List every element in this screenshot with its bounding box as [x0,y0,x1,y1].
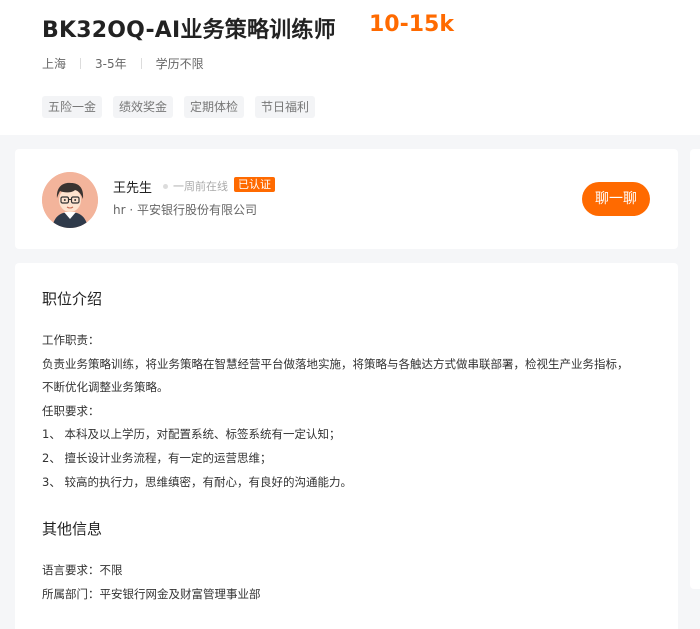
online-dot-icon [163,183,168,189]
online-status-text: 一周前在线 [173,180,228,193]
chat-button[interactable]: 聊一聊 [582,182,650,216]
job-title: BK32OQ-AI业务策略训练师 [42,18,336,43]
meta-divider [80,57,82,69]
job-experience: 3-5年 [95,56,127,71]
description-line: 工作职责： [42,333,100,347]
job-meta: 上海 3-5年 学历不限 [42,55,204,71]
job-salary: 10-15k [369,12,454,37]
benefit-tag: 五险一金 [42,96,103,118]
description-line: 2、 擅长设计业务流程，有一定的运营思维； [42,450,272,465]
section-title-description: 职位介绍 [42,290,103,308]
avatar-illustration-icon [42,172,98,228]
description-line: 3、 较高的执行力，思维缜密，有耐心，有良好的沟通能力。 [42,474,352,489]
meta-divider [140,57,142,69]
description-line: 任职要求： [42,403,100,418]
benefit-tag: 节日福利 [255,96,316,118]
benefit-tags: 五险一金 绩效奖金 定期体检 节日福利 [42,96,316,118]
side-panel [690,149,700,589]
description-line: 负责业务策略训练，将业务策略在智慧经营平台做落地实施，将策略与各触达方式做串联部… [42,356,629,371]
other-info-line: 语言要求：不限 [42,563,123,577]
hr-company: hr · 平安银行股份有限公司 [113,203,257,217]
description-line: 不断优化调整业务策略。 [42,380,169,395]
description-body: 工作职责： 负责业务策略训练，将业务策略在智慧经营平台做落地实施，将策略与各触达… [42,329,629,494]
other-info-line: 所属部门：平安银行网金及财富管理事业部 [42,586,261,601]
job-location: 上海 [42,56,67,71]
job-education: 学历不限 [155,56,204,71]
avatar[interactable] [42,172,98,228]
verified-badge: 已认证 [234,177,275,192]
benefit-tag: 定期体检 [184,96,245,118]
hr-name: 王先生 [113,181,153,196]
job-header: BK32OQ-AI业务策略训练师 10-15k 上海 3-5年 学历不限 五险一… [0,0,700,135]
section-title-other-info: 其他信息 [42,520,103,538]
online-status: 一周前在线 [163,178,228,194]
other-info-body: 语言要求：不限 所属部门：平安银行网金及财富管理事业部 [42,559,261,606]
hr-card: 王先生 一周前在线 已认证 hr · 平安银行股份有限公司 聊一聊 [15,149,678,249]
benefit-tag: 绩效奖金 [113,96,174,118]
job-description-card: 职位介绍 工作职责： 负责业务策略训练，将业务策略在智慧经营平台做落地实施，将策… [15,263,678,629]
description-line: 1、 本科及以上学历，对配置系统、标签系统有一定认知； [42,427,341,442]
